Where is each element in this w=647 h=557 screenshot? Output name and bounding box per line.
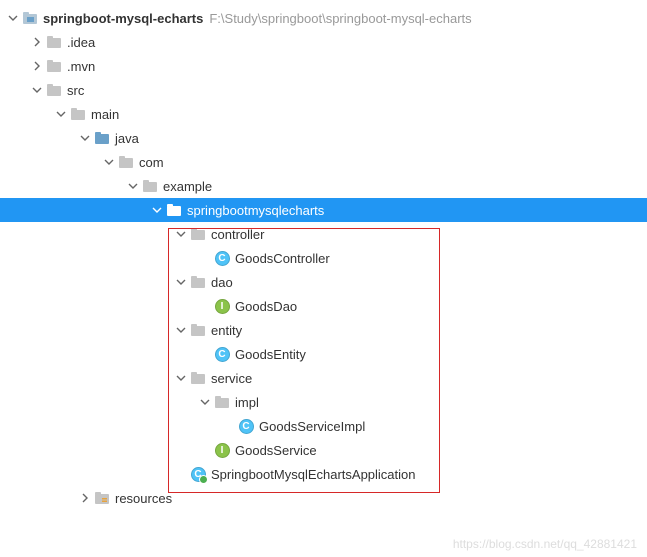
package-icon: [190, 274, 206, 290]
chevron-down-icon[interactable]: [174, 323, 188, 337]
node-label: GoodsDao: [235, 299, 297, 314]
root-label: springboot-mysql-echarts: [43, 11, 203, 26]
node-label: example: [163, 179, 212, 194]
tree-item-controller[interactable]: controller: [0, 222, 647, 246]
tree-item-main[interactable]: main: [0, 102, 647, 126]
tree-item-application-class[interactable]: C SpringbootMysqlEchartsApplication: [0, 462, 647, 486]
chevron-down-icon[interactable]: [150, 203, 164, 217]
chevron-down-icon[interactable]: [174, 227, 188, 241]
folder-icon: [46, 82, 62, 98]
class-icon: C: [214, 250, 230, 266]
node-label: springbootmysqlecharts: [187, 203, 324, 218]
spring-app-icon: C: [190, 466, 206, 482]
chevron-down-icon[interactable]: [198, 395, 212, 409]
tree-item-service[interactable]: service: [0, 366, 647, 390]
chevron-right-icon[interactable]: [30, 35, 44, 49]
node-label: entity: [211, 323, 242, 338]
node-label: .idea: [67, 35, 95, 50]
chevron-down-icon[interactable]: [174, 371, 188, 385]
node-label: dao: [211, 275, 233, 290]
folder-icon: [46, 34, 62, 50]
chevron-down-icon[interactable]: [126, 179, 140, 193]
node-label: GoodsController: [235, 251, 330, 266]
tree-item-impl[interactable]: impl: [0, 390, 647, 414]
package-icon: [166, 202, 182, 218]
package-icon: [190, 226, 206, 242]
project-tree: springboot-mysql-echarts F:\Study\spring…: [0, 0, 647, 516]
node-label: GoodsServiceImpl: [259, 419, 365, 434]
tree-item-idea[interactable]: .idea: [0, 30, 647, 54]
chevron-down-icon[interactable]: [54, 107, 68, 121]
tree-item-goodsentity[interactable]: C GoodsEntity: [0, 342, 647, 366]
chevron-right-icon[interactable]: [30, 59, 44, 73]
node-label: impl: [235, 395, 259, 410]
tree-item-springbootmysqlecharts[interactable]: springbootmysqlecharts: [0, 198, 647, 222]
tree-item-goodsservice[interactable]: I GoodsService: [0, 438, 647, 462]
chevron-down-icon[interactable]: [174, 275, 188, 289]
tree-item-goodscontroller[interactable]: C GoodsController: [0, 246, 647, 270]
module-folder-icon: [22, 10, 38, 26]
folder-icon: [46, 58, 62, 74]
tree-item-entity[interactable]: entity: [0, 318, 647, 342]
class-icon: C: [214, 346, 230, 362]
node-label: com: [139, 155, 164, 170]
tree-root-row[interactable]: springboot-mysql-echarts F:\Study\spring…: [0, 6, 647, 30]
class-icon: C: [238, 418, 254, 434]
tree-item-example[interactable]: example: [0, 174, 647, 198]
tree-item-goodsdao[interactable]: I GoodsDao: [0, 294, 647, 318]
node-label: resources: [115, 491, 172, 506]
tree-item-dao[interactable]: dao: [0, 270, 647, 294]
node-label: src: [67, 83, 84, 98]
node-label: GoodsService: [235, 443, 317, 458]
package-icon: [214, 394, 230, 410]
tree-item-src[interactable]: src: [0, 78, 647, 102]
node-label: controller: [211, 227, 264, 242]
watermark-text: https://blog.csdn.net/qq_42881421: [453, 537, 637, 551]
node-label: .mvn: [67, 59, 95, 74]
tree-item-resources[interactable]: resources: [0, 486, 647, 510]
package-icon: [142, 178, 158, 194]
package-icon: [190, 370, 206, 386]
resources-folder-icon: [94, 490, 110, 506]
source-folder-icon: [94, 130, 110, 146]
chevron-down-icon[interactable]: [78, 131, 92, 145]
tree-item-goodsserviceimpl[interactable]: C GoodsServiceImpl: [0, 414, 647, 438]
package-icon: [190, 322, 206, 338]
node-label: service: [211, 371, 252, 386]
interface-icon: I: [214, 298, 230, 314]
node-label: SpringbootMysqlEchartsApplication: [211, 467, 416, 482]
node-label: main: [91, 107, 119, 122]
chevron-right-icon[interactable]: [78, 491, 92, 505]
tree-item-java[interactable]: java: [0, 126, 647, 150]
node-label: GoodsEntity: [235, 347, 306, 362]
tree-item-com[interactable]: com: [0, 150, 647, 174]
chevron-down-icon[interactable]: [6, 11, 20, 25]
folder-icon: [70, 106, 86, 122]
node-label: java: [115, 131, 139, 146]
interface-icon: I: [214, 442, 230, 458]
root-path: F:\Study\springboot\springboot-mysql-ech…: [209, 11, 471, 26]
tree-item-mvn[interactable]: .mvn: [0, 54, 647, 78]
chevron-down-icon[interactable]: [30, 83, 44, 97]
chevron-down-icon[interactable]: [102, 155, 116, 169]
package-icon: [118, 154, 134, 170]
